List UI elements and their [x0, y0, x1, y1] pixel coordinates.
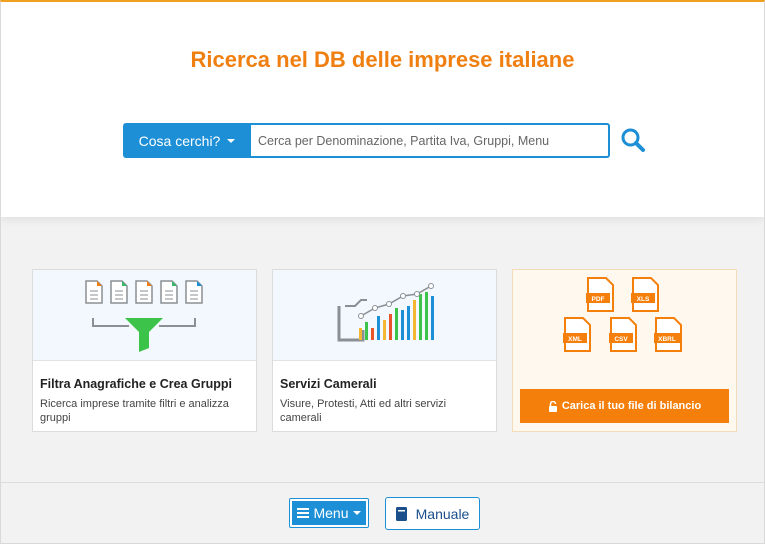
menu-button-inner: Menu: [292, 501, 366, 525]
search-category-label: Cosa cerchi?: [138, 132, 221, 149]
card-description: Ricerca imprese tramite filtri e analizz…: [40, 398, 229, 424]
search-input[interactable]: [251, 123, 610, 158]
manual-button[interactable]: Manuale: [385, 497, 480, 530]
search-category-dropdown[interactable]: Cosa cerchi?: [123, 123, 251, 158]
caret-down-icon: [227, 138, 236, 143]
file-type-xls: XLS: [637, 296, 650, 303]
file-type-pdf: PDF: [592, 296, 605, 303]
file-type-csv: CSV: [614, 336, 628, 343]
upload-bilancio-button[interactable]: Carica il tuo file di bilancio: [520, 389, 729, 423]
manual-label: Manuale: [415, 505, 470, 522]
card-thumbnail: PDF XLS XML CSV XBRL: [513, 270, 736, 361]
menu-label: Menu: [313, 505, 349, 521]
card-title: Filtra Anagrafiche e Crea Gruppi: [40, 377, 232, 391]
menu-button[interactable]: Menu: [289, 498, 369, 528]
unlock-icon: [548, 400, 557, 412]
card-description: Visure, Protesti, Atti ed altri servizi …: [280, 398, 447, 424]
file-formats-icon: PDF XLS XML CSV XBRL: [563, 277, 682, 352]
file-type-xml: XML: [568, 336, 582, 343]
growth-chart-icon: [337, 283, 434, 342]
hamburger-icon: [297, 508, 310, 518]
file-type-xbrl: XBRL: [658, 336, 676, 343]
card-thumbnail: [273, 270, 496, 361]
search-icon[interactable]: [620, 127, 646, 153]
card-upload-bilancio[interactable]: PDF XLS XML CSV XBRL Carica il tuo file …: [512, 269, 737, 432]
card-filter-groups[interactable]: Filtra Anagrafiche e Crea Gruppi Ricerca…: [32, 269, 257, 432]
card-title: Servizi Camerali: [280, 377, 377, 391]
card-thumbnail: [33, 270, 256, 361]
footer-bar: Menu Manuale: [1, 482, 764, 543]
caret-down-icon: [352, 511, 361, 515]
book-icon: [395, 506, 407, 521]
page-title: Ricerca nel DB delle imprese italiane: [190, 47, 575, 72]
search-header: Ricerca nel DB delle imprese italiane Co…: [1, 2, 764, 217]
filter-documents-icon: [85, 280, 203, 352]
upload-button-label: Carica il tuo file di bilancio: [561, 400, 702, 412]
app-window: Ricerca nel DB delle imprese italiane Co…: [0, 0, 765, 544]
card-servizi-camerali[interactable]: Servizi Camerali Visure, Protesti, Atti …: [272, 269, 497, 432]
